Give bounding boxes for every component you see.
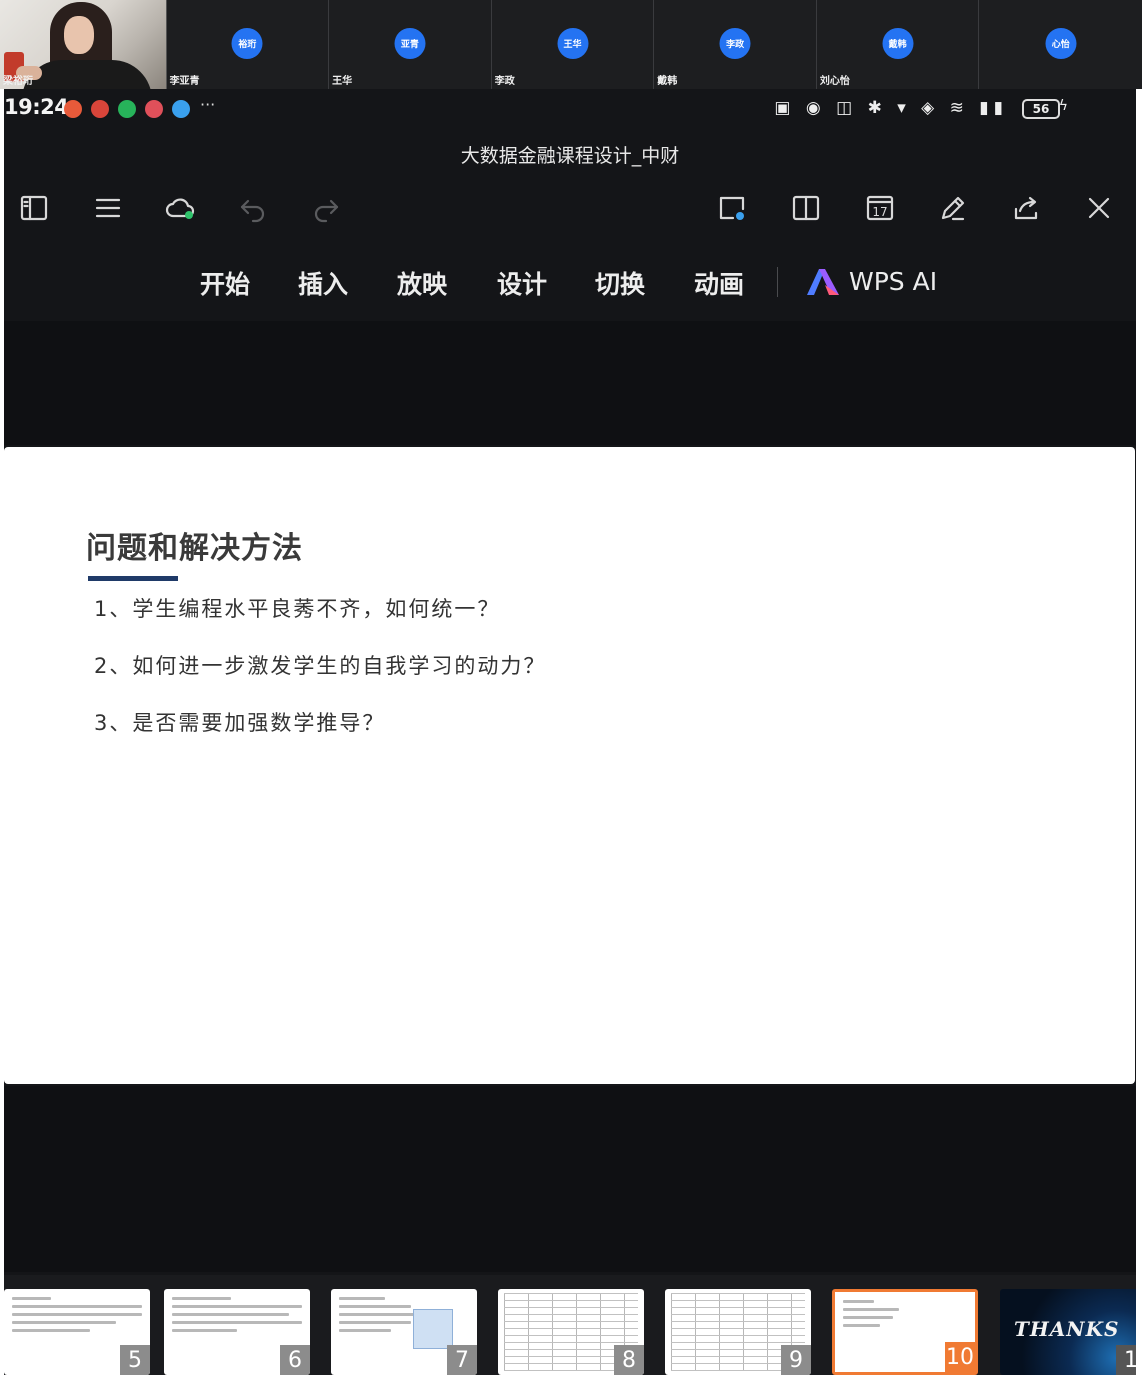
wps-ai-button[interactable]: WPS AI (805, 265, 937, 297)
more-notifications-icon: ··· (200, 95, 216, 114)
menu-home[interactable]: 开始 (200, 265, 250, 301)
slide-number: 5 (120, 1345, 150, 1375)
menu-divider (777, 267, 778, 297)
slide-number: 7 (447, 1345, 477, 1375)
participant-tile[interactable]: 戴韩 刘心怡 (816, 0, 980, 89)
participant-name: 梁裕珩 (3, 76, 33, 87)
notification-icon (145, 100, 163, 118)
menu-slideshow[interactable]: 放映 (397, 265, 447, 301)
participant-tile[interactable]: 裕珩 李亚青 (166, 0, 330, 89)
slide-number: 9 (781, 1345, 811, 1375)
cloud-sync-icon[interactable] (160, 185, 200, 231)
ribbon-menu: 开始 插入 放映 设计 切换 动画 WPS AI (4, 251, 1136, 313)
participant-avatar: 戴韩 (882, 28, 914, 59)
participant-tile[interactable]: 心怡 (979, 0, 1142, 89)
slide-thumbnail[interactable]: 6 (164, 1289, 310, 1375)
slide-title: 问题和解决方法 (86, 531, 303, 566)
slide-number: 10 (945, 1342, 975, 1372)
editor-canvas-background (4, 321, 1136, 445)
participant-name: 王华 (332, 76, 353, 87)
slide-thumbnail-strip: 5 6 7 8 9 10 THANKS 1 (4, 1275, 1136, 1375)
title-underline-bar (88, 576, 178, 581)
slide-thumbnail[interactable]: 8 (498, 1289, 644, 1375)
slide-thumbnail[interactable]: THANKS 1 (1000, 1289, 1136, 1375)
participant-tile[interactable]: 李政 戴韩 (654, 0, 817, 89)
participant-tile-video[interactable]: 梁裕珩 (0, 0, 167, 89)
participant-name: 刘心怡 (819, 76, 850, 87)
participant-avatar: 心怡 (1045, 28, 1077, 59)
undo-icon[interactable] (233, 185, 273, 231)
share-icon[interactable] (1006, 185, 1046, 231)
present-device-icon[interactable] (712, 185, 752, 231)
svg-text:17: 17 (872, 205, 887, 219)
question-item: 3、是否需要加强数学推导？ (94, 711, 386, 735)
status-time: 19:24 (4, 95, 69, 119)
participant-tile[interactable]: 亚青 王华 (329, 0, 492, 89)
participant-avatar: 李政 (719, 28, 751, 59)
wps-ai-logo-icon (807, 269, 839, 295)
participant-tile[interactable]: 王华 李政 (491, 0, 655, 89)
meeting-participants-strip: 梁裕珩 裕珩 李亚青 亚青 王华 王华 李政 李政 戴韩 戴韩 刘心怡 心怡 (0, 0, 1142, 89)
wps-ai-label: WPS AI (849, 266, 938, 296)
participant-avatar: 王华 (557, 28, 588, 59)
slide-thumbnail[interactable]: 7 (331, 1289, 477, 1375)
participant-name: 李政 (494, 76, 515, 87)
slide-number: 8 (614, 1345, 644, 1375)
slide-thumbnail[interactable]: 5 (4, 1289, 150, 1375)
participant-avatar: 亚青 (394, 28, 426, 59)
menu-design[interactable]: 设计 (497, 265, 547, 301)
top-toolbar: 17 (4, 185, 1136, 235)
document-title: 大数据金融课程设计_中财 (460, 145, 680, 167)
split-view-icon[interactable] (786, 185, 826, 231)
notification-icon (91, 100, 109, 118)
thanks-text: THANKS (1014, 1317, 1120, 1341)
system-status-icons: ▣ ◉ ◫ ✱ ▾ ◈ ≋ ▮▮ (774, 98, 1008, 118)
charging-icon: ϟ (1058, 98, 1068, 114)
participant-avatar: 裕珩 (231, 28, 263, 59)
notification-icon (64, 100, 82, 118)
slide-thumbnail-selected[interactable]: 10 (832, 1289, 978, 1375)
status-bar: 19:24 ··· ▣ ◉ ◫ ✱ ▾ ◈ ≋ ▮▮ 56 ϟ (4, 89, 1136, 127)
question-item: 1、学生编程水平良莠不齐，如何统一？ (94, 597, 501, 621)
slide-thumbnail[interactable]: 9 (665, 1289, 811, 1375)
shared-screen: 19:24 ··· ▣ ◉ ◫ ✱ ▾ ◈ ≋ ▮▮ 56 ϟ 大数据金融课程设… (4, 89, 1136, 1375)
slide-number: 6 (280, 1345, 310, 1375)
notification-icon (172, 100, 190, 118)
calendar-icon[interactable]: 17 (860, 185, 900, 231)
question-item: 2、如何进一步激发学生的自我学习的动力？ (94, 654, 547, 678)
battery-icon: 56 (1022, 99, 1060, 119)
participant-name: 李亚青 (169, 76, 200, 87)
redo-icon[interactable] (306, 185, 346, 231)
sidebar-toggle-icon[interactable] (14, 185, 54, 231)
menu-transition[interactable]: 切换 (595, 265, 645, 301)
menu-animation[interactable]: 动画 (694, 265, 744, 301)
pen-icon[interactable] (933, 185, 973, 231)
current-slide[interactable]: 问题和解决方法 1、学生编程水平良莠不齐，如何统一？ 2、如何进一步激发学生的自… (4, 447, 1135, 1084)
notification-icon (118, 100, 136, 118)
menu-icon[interactable] (88, 185, 128, 231)
menu-insert[interactable]: 插入 (298, 265, 348, 301)
participant-name: 戴韩 (657, 76, 678, 87)
slide-number: 1 (1116, 1345, 1136, 1375)
close-icon[interactable] (1079, 185, 1119, 231)
editor-canvas-background (4, 1086, 1136, 1272)
